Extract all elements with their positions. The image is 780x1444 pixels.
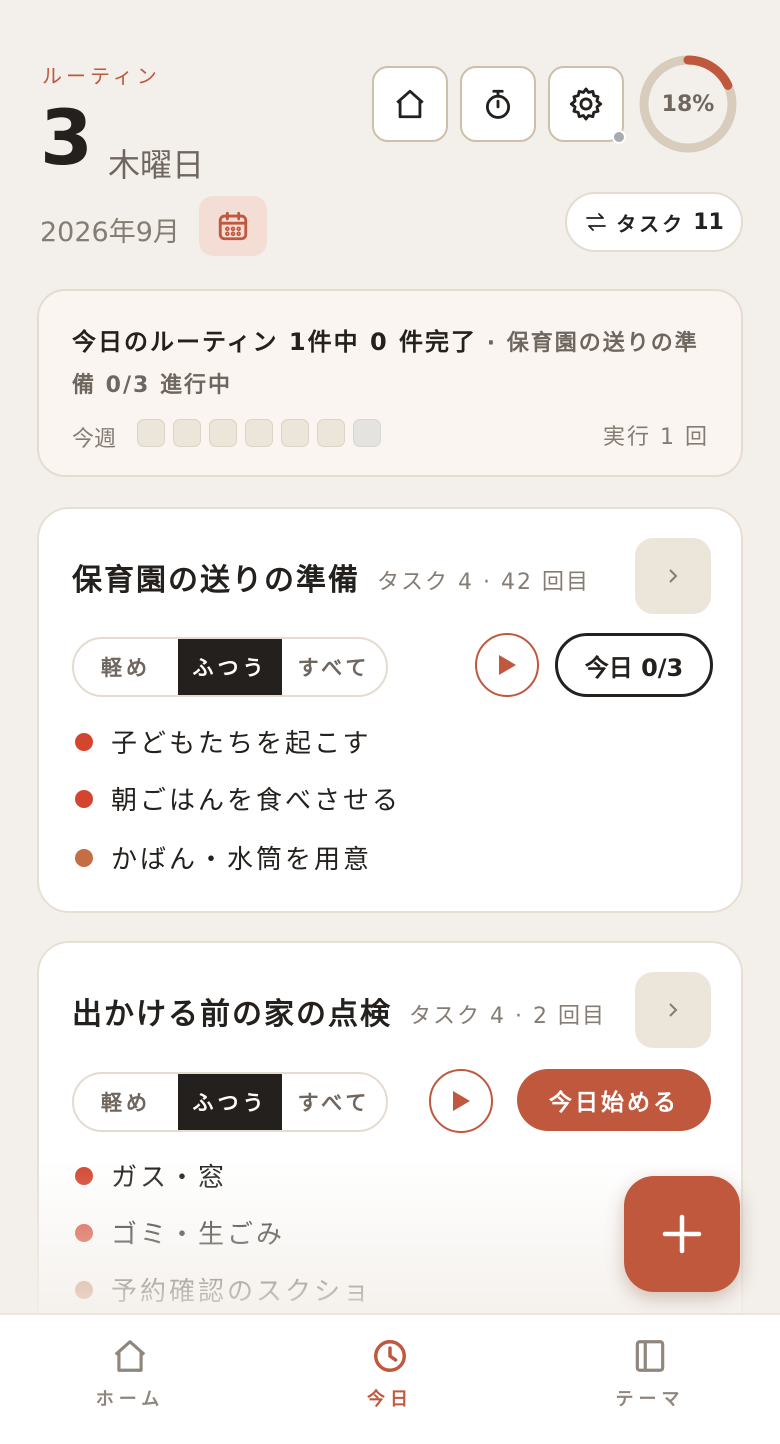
swap-icon (586, 213, 607, 231)
task-label: 朝ごはんを食べさせる (111, 786, 402, 816)
routine-open-button[interactable] (635, 972, 711, 1048)
gear-icon (569, 87, 603, 121)
task-label: かばん・水筒を用意 (111, 845, 373, 875)
task-dot (75, 1280, 93, 1299)
mode-light[interactable]: 軽め (74, 1074, 178, 1130)
settings-button[interactable] (548, 66, 624, 142)
summary-line: 今日のルーティン 1件中 0 件完了 · 保育園の送りの準備 0/3 進行中 (72, 321, 712, 407)
week-day-cell (281, 419, 309, 447)
routine-card: 出かける前の家の点検 タスク 4 · 2 回目 軽め ふつう すべて 今日始める… (37, 941, 743, 1361)
summary-card: 今日のルーティン 1件中 0 件完了 · 保育園の送りの準備 0/3 進行中 今… (37, 289, 743, 477)
mode-selector: 軽め ふつう すべて (72, 637, 388, 697)
nav-label: ホーム (95, 1389, 165, 1410)
task-label: 子どもたちを起こす (111, 729, 372, 759)
chevron-right-icon (669, 1003, 678, 1017)
mode-normal[interactable]: ふつう (178, 639, 282, 695)
task-label: 予約確認のスクショ (111, 1277, 373, 1307)
task-pill-count: 11 (693, 209, 724, 235)
routine-open-button[interactable] (635, 538, 711, 614)
week-day-cell (137, 419, 165, 447)
task-item[interactable]: ガス・窓 (75, 1157, 227, 1194)
add-routine-button[interactable] (624, 1176, 740, 1292)
day-number: 3 (40, 93, 93, 182)
calendar-button[interactable] (199, 196, 267, 256)
task-item[interactable]: 朝ごはんを食べさせる (75, 780, 401, 817)
task-item[interactable]: ゴミ・生ごみ (75, 1214, 285, 1251)
timer-icon (485, 89, 511, 119)
nav-label: 今日 (367, 1389, 413, 1410)
mode-light[interactable]: 軽め (74, 639, 178, 695)
home-icon (396, 89, 424, 119)
week-day-cell (209, 419, 237, 447)
play-icon (453, 1091, 470, 1111)
nav-today[interactable]: 今日 (260, 1315, 520, 1444)
task-dot (75, 1166, 93, 1185)
week-day-cell (173, 419, 201, 447)
week-label: 今週 (72, 427, 117, 452)
clock-icon (374, 1340, 406, 1372)
routine-meta: タスク 4 · 42 回目 (377, 570, 590, 595)
task-dot (75, 1223, 93, 1242)
start-today-button[interactable]: 今日始める (517, 1069, 711, 1131)
task-dot (75, 789, 93, 808)
routine-title: 保育園の送りの準備 (72, 563, 360, 598)
play-button[interactable] (475, 633, 539, 697)
run-count: 実行 1 回 (603, 425, 709, 450)
task-item[interactable]: かばん・水筒を用意 (75, 839, 372, 876)
status-dot (612, 130, 626, 144)
mode-all[interactable]: すべて (282, 639, 386, 695)
task-dot (75, 848, 93, 867)
task-dot (75, 732, 93, 751)
mode-all[interactable]: すべて (282, 1074, 386, 1130)
routine-meta: タスク 4 · 2 回目 (409, 1004, 606, 1029)
summary-headline: 今日のルーティン 1件中 0 件完了 (72, 328, 478, 356)
progress-label: 18% (661, 91, 715, 117)
weekday: 木曜日 (108, 146, 205, 184)
task-item[interactable]: 子どもたちを起こす (75, 723, 371, 760)
task-label: ガス・窓 (111, 1163, 228, 1193)
timer-button[interactable] (460, 66, 536, 142)
app-label: ルーティン (42, 64, 161, 88)
bottom-nav: ホーム 今日 テーマ (0, 1313, 780, 1444)
week-day-cell (245, 419, 273, 447)
routine-card: 保育園の送りの準備 タスク 4 · 42 回目 軽め ふつう すべて 今日 0/… (37, 507, 743, 913)
task-label: ゴミ・生ごみ (111, 1220, 286, 1250)
play-button[interactable] (429, 1069, 493, 1133)
plus-icon (662, 1214, 702, 1254)
task-item[interactable]: 予約確認のスクショ (75, 1271, 372, 1308)
mode-selector: 軽め ふつう すべて (72, 1072, 388, 1132)
calendar-icon (218, 211, 248, 241)
routine-title: 出かける前の家の点検 (72, 997, 392, 1032)
home-icon (114, 1340, 146, 1372)
nav-label: テーマ (615, 1389, 685, 1410)
nav-home[interactable]: ホーム (0, 1315, 260, 1444)
week-day-cell (317, 419, 345, 447)
nav-theme[interactable]: テーマ (520, 1315, 780, 1444)
book-icon (635, 1340, 665, 1372)
task-switch-pill[interactable]: タスク 11 (565, 192, 743, 252)
today-progress-button[interactable]: 今日 0/3 (555, 633, 713, 697)
play-icon (499, 655, 516, 675)
home-button[interactable] (372, 66, 448, 142)
task-pill-label: タスク (616, 211, 686, 236)
mode-normal[interactable]: ふつう (178, 1074, 282, 1130)
chevron-right-icon (669, 569, 678, 583)
week-day-cell-today (353, 419, 381, 447)
week-tracker (137, 419, 381, 447)
month-label: 2026年9月 (40, 217, 180, 248)
